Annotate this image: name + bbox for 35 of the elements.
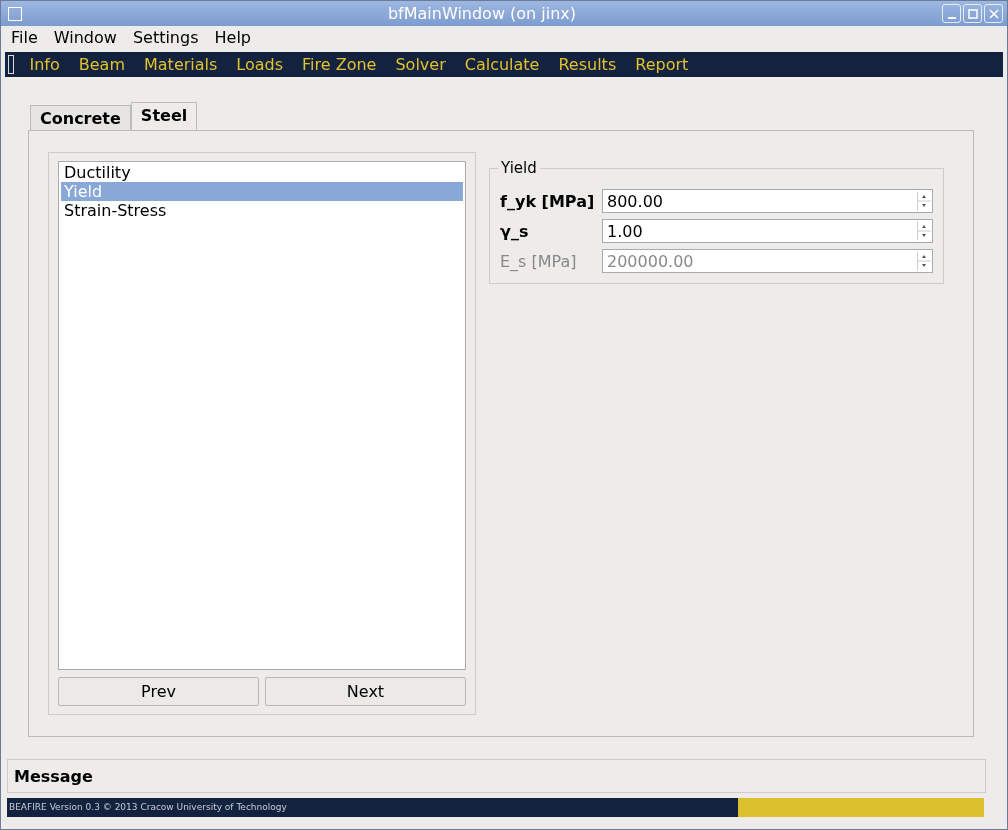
spin-arrows-icon[interactable] <box>917 221 931 241</box>
toolbar-button[interactable]: Beam <box>69 55 135 74</box>
minimize-icon[interactable] <box>942 4 961 23</box>
spin-arrows-icon[interactable] <box>917 191 931 211</box>
message-label: Message <box>14 766 93 786</box>
spin-field[interactable]: 800.00 <box>602 189 933 213</box>
toolbar-button[interactable]: Calculate <box>455 55 549 74</box>
menu-item[interactable]: File <box>3 28 46 47</box>
menu-item[interactable]: Window <box>45 28 125 47</box>
tab[interactable]: Concrete <box>30 105 131 130</box>
menu-item[interactable]: Settings <box>124 28 207 47</box>
toolbar-button[interactable]: Report <box>625 55 698 74</box>
window-title: bfMainWindow (on jinx) <box>386 4 578 23</box>
toolbar-grip-icon <box>8 55 14 74</box>
tab[interactable]: Steel <box>130 102 198 130</box>
nav-button[interactable]: Next <box>265 677 466 706</box>
toolbar-button[interactable]: Info <box>20 55 70 74</box>
toolbar-button[interactable]: Loads <box>226 55 293 74</box>
menu-item[interactable]: Help <box>206 28 259 47</box>
toolbar-button[interactable]: Materials <box>134 55 227 74</box>
maximize-icon[interactable] <box>963 4 982 23</box>
spin-arrows-icon[interactable] <box>917 251 931 271</box>
spin-field[interactable]: 1.00 <box>602 219 933 243</box>
window-menu-icon[interactable] <box>8 6 22 21</box>
nav-button[interactable]: Prev <box>58 677 259 706</box>
close-icon[interactable] <box>984 4 1003 23</box>
toolbar-button[interactable]: Solver <box>385 55 456 74</box>
field-label: f_yk [MPa] <box>500 191 596 211</box>
list-item[interactable]: Strain-Stress <box>61 201 463 220</box>
field-label: γ_s <box>500 221 530 241</box>
toolbar-button[interactable]: Fire Zone <box>292 55 386 74</box>
list-item[interactable]: Ductility <box>61 163 463 182</box>
field-label: E_s [MPa] <box>500 251 578 271</box>
status-text: BEAFIRE Version 0.3 © 2013 Cracow University of Technology <box>7 798 738 817</box>
toolbar-button[interactable]: Results <box>548 55 626 74</box>
